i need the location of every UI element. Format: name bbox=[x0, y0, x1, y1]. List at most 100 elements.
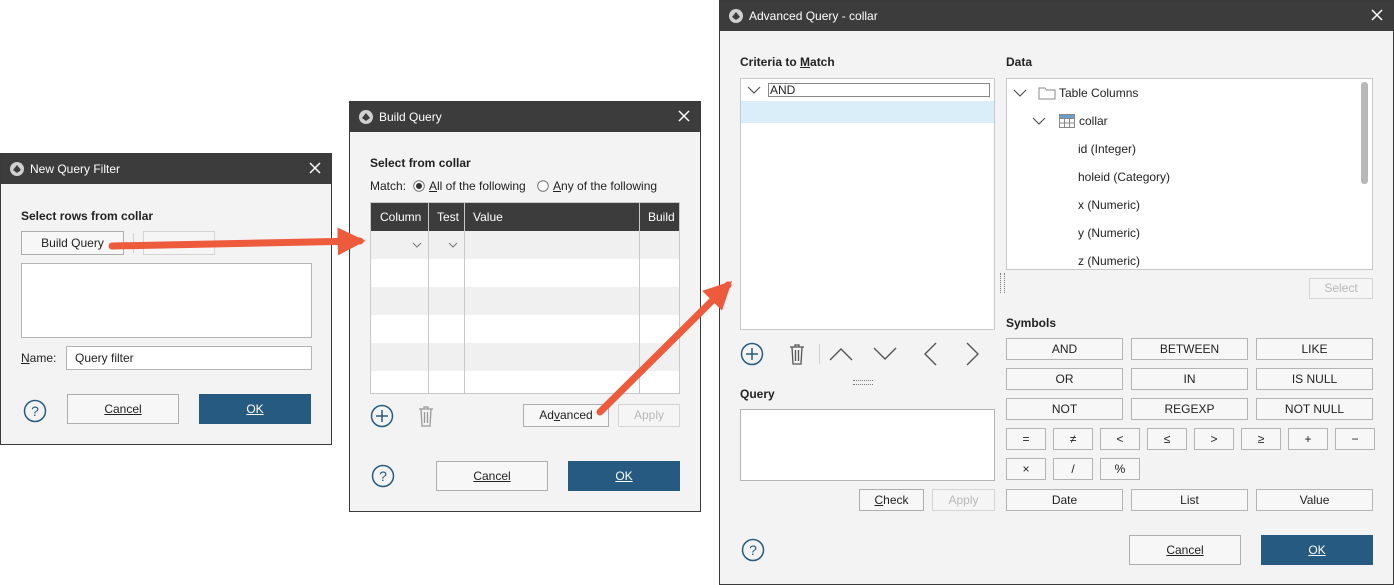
tree-table-label[interactable]: collar bbox=[1079, 114, 1108, 128]
cancel-button[interactable]: Cancel bbox=[1129, 535, 1241, 565]
table-icon bbox=[1059, 114, 1075, 128]
symbol-button[interactable]: % bbox=[1100, 458, 1140, 480]
titlebar: Advanced Query - collar bbox=[720, 1, 1393, 31]
column-header-test: Test bbox=[437, 210, 460, 224]
symbol-button[interactable]: REGEXP bbox=[1131, 398, 1248, 420]
help-icon[interactable]: ? bbox=[23, 399, 47, 423]
divider bbox=[133, 233, 134, 253]
symbol-button[interactable]: > bbox=[1194, 428, 1234, 450]
symbol-button[interactable]: ≥ bbox=[1241, 428, 1281, 450]
section-label: Select from collar bbox=[370, 156, 471, 170]
query-label: Query bbox=[740, 387, 775, 401]
criteria-root-editor[interactable]: AND bbox=[768, 83, 990, 97]
trash-icon[interactable] bbox=[787, 342, 807, 366]
build-query-button[interactable]: Build Query bbox=[21, 231, 124, 255]
splitter-handle[interactable] bbox=[853, 380, 873, 385]
symbol-button[interactable]: Value bbox=[1256, 489, 1373, 511]
tree-column-item[interactable]: z (Numeric) bbox=[1078, 254, 1140, 268]
symbol-button[interactable]: OR bbox=[1006, 368, 1123, 390]
titlebar: New Query Filter bbox=[1, 154, 331, 184]
column-header-column: Column bbox=[380, 210, 422, 224]
symbol-button[interactable]: BETWEEN bbox=[1131, 338, 1248, 360]
scrollbar-thumb[interactable] bbox=[1361, 82, 1368, 184]
outdent-icon[interactable] bbox=[923, 342, 937, 366]
tree-column-item[interactable]: id (Integer) bbox=[1078, 142, 1136, 156]
chevron-down-icon[interactable] bbox=[747, 86, 761, 94]
move-up-icon[interactable] bbox=[829, 347, 853, 361]
window-title: Advanced Query - collar bbox=[749, 9, 878, 23]
tree-column-item[interactable]: y (Numeric) bbox=[1078, 226, 1140, 240]
symbol-button[interactable]: < bbox=[1100, 428, 1140, 450]
symbols-label: Symbols bbox=[1006, 316, 1057, 330]
chevron-down-icon[interactable] bbox=[1032, 117, 1046, 125]
criteria-label: Criteria to Match bbox=[740, 55, 835, 69]
symbol-button[interactable]: LIKE bbox=[1256, 338, 1373, 360]
trash-icon[interactable] bbox=[416, 404, 436, 428]
column-header-build: Build bbox=[648, 210, 675, 224]
cancel-label: Cancel bbox=[473, 469, 511, 483]
ok-label: OK bbox=[246, 402, 264, 416]
cancel-label: Cancel bbox=[1166, 543, 1204, 557]
symbol-button[interactable]: × bbox=[1006, 458, 1046, 480]
data-tree[interactable]: Table Columns collar id (Integer) holeid… bbox=[1006, 78, 1373, 270]
col-divider bbox=[464, 203, 465, 393]
cancel-button[interactable]: Cancel bbox=[436, 461, 548, 491]
symbol-button[interactable]: / bbox=[1053, 458, 1093, 480]
symbol-button[interactable]: NOT NULL bbox=[1256, 398, 1373, 420]
chevron-down-icon[interactable] bbox=[412, 242, 422, 248]
criteria-tree[interactable]: AND bbox=[740, 78, 995, 330]
tree-column-item[interactable]: holeid (Category) bbox=[1078, 170, 1170, 184]
symbol-button[interactable]: IS NULL bbox=[1256, 368, 1373, 390]
help-icon[interactable]: ? bbox=[371, 464, 395, 488]
ok-button[interactable]: OK bbox=[1261, 535, 1373, 565]
check-button[interactable]: Check bbox=[859, 489, 924, 511]
symbol-button[interactable]: AND bbox=[1006, 338, 1123, 360]
ok-label: OK bbox=[1308, 543, 1326, 557]
divider bbox=[819, 344, 820, 364]
select-button[interactable]: Select bbox=[1309, 278, 1373, 299]
ok-button[interactable]: OK bbox=[568, 461, 680, 491]
vertical-splitter[interactable] bbox=[1000, 273, 1005, 293]
close-icon[interactable] bbox=[307, 160, 323, 176]
data-label: Data bbox=[1006, 55, 1033, 69]
symbol-button[interactable]: IN bbox=[1131, 368, 1248, 390]
advanced-query-window: Advanced Query - collar Criteria to Matc… bbox=[719, 0, 1394, 585]
query-text-area[interactable] bbox=[21, 263, 312, 338]
tree-root-label[interactable]: Table Columns bbox=[1059, 86, 1138, 100]
indent-icon[interactable] bbox=[966, 342, 980, 366]
cancel-button[interactable]: Cancel bbox=[67, 394, 179, 424]
table-row[interactable] bbox=[371, 287, 679, 315]
match-any-label: Any of the following bbox=[553, 179, 658, 193]
symbol-button[interactable]: List bbox=[1131, 489, 1248, 511]
chevron-down-icon[interactable] bbox=[448, 242, 458, 248]
apply-button[interactable]: Apply bbox=[618, 404, 680, 427]
selected-row[interactable] bbox=[741, 101, 994, 123]
name-input[interactable]: Query filter bbox=[66, 346, 312, 370]
symbol-button[interactable]: Date bbox=[1006, 489, 1123, 511]
symbol-button[interactable]: NOT bbox=[1006, 398, 1123, 420]
add-icon[interactable] bbox=[740, 342, 764, 366]
tree-column-item[interactable]: x (Numeric) bbox=[1078, 198, 1140, 212]
advanced-button[interactable]: Advanced bbox=[523, 404, 609, 427]
close-icon[interactable] bbox=[676, 108, 692, 124]
symbol-button[interactable]: = bbox=[1006, 428, 1046, 450]
svg-text:?: ? bbox=[31, 403, 39, 419]
close-icon[interactable] bbox=[1369, 7, 1385, 23]
radio-all[interactable] bbox=[413, 180, 425, 192]
help-icon[interactable]: ? bbox=[741, 538, 765, 562]
cancel-label: Cancel bbox=[104, 402, 142, 416]
symbol-button[interactable]: ≤ bbox=[1147, 428, 1187, 450]
symbol-button[interactable]: − bbox=[1335, 428, 1375, 450]
name-label: Name: bbox=[21, 351, 57, 365]
chevron-down-icon[interactable] bbox=[1013, 89, 1027, 97]
add-icon[interactable] bbox=[370, 404, 394, 428]
symbol-button[interactable]: ≠ bbox=[1053, 428, 1093, 450]
query-text-area[interactable] bbox=[740, 409, 995, 481]
move-down-icon[interactable] bbox=[873, 347, 897, 361]
symbol-button[interactable]: + bbox=[1288, 428, 1328, 450]
ok-button[interactable]: OK bbox=[199, 394, 311, 424]
apply-button[interactable]: Apply bbox=[932, 489, 995, 511]
radio-any[interactable] bbox=[537, 180, 549, 192]
table-row[interactable] bbox=[371, 343, 679, 371]
ok-label: OK bbox=[615, 469, 633, 483]
